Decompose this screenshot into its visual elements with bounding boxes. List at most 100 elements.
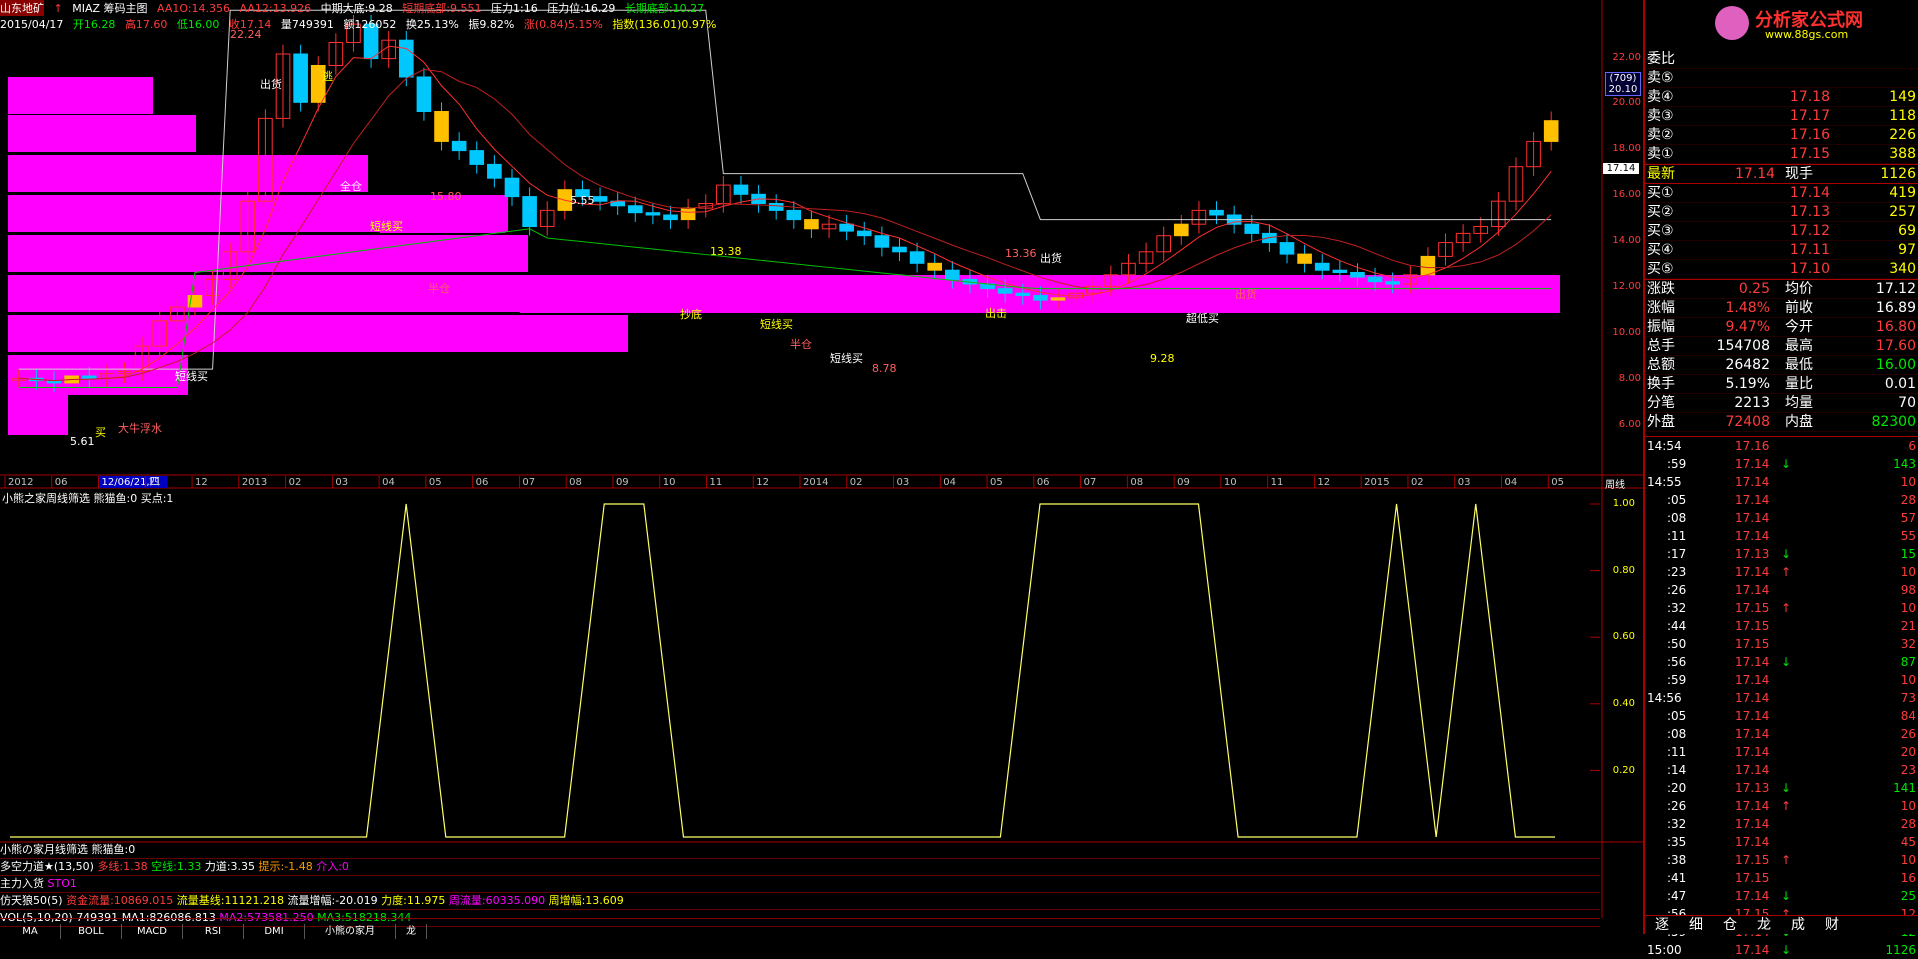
tick-volume: 10 xyxy=(1900,565,1916,579)
stat-row: 涨幅 1.48% 前收 16.89 xyxy=(1645,299,1918,318)
chip-bar xyxy=(8,115,196,152)
tick-time: :23 xyxy=(1667,565,1687,579)
chart-annotation: 短线买 xyxy=(760,317,793,331)
candle-body xyxy=(1297,253,1312,264)
time-label: 12 xyxy=(1317,477,1330,488)
tick-time: :14 xyxy=(1667,763,1687,777)
tick-volume: 28 xyxy=(1900,817,1916,831)
indicator-row2-v3: 提示:-1.48 xyxy=(258,860,313,873)
tab-long[interactable]: 龙 xyxy=(396,924,427,939)
tab-boll[interactable]: BOLL xyxy=(61,924,122,939)
candle-body xyxy=(504,177,520,198)
latest-row: 最新 17.14 现手 1126 xyxy=(1645,164,1918,184)
candle-body xyxy=(1314,262,1330,271)
tick-row: :11 17.14 55 xyxy=(1645,527,1918,545)
indicator-row-4: 仿天狼50(5) 资金流量:10869.015 流量基线:11121.218 流… xyxy=(0,893,1600,910)
period-label[interactable]: 周线 xyxy=(1605,476,1625,491)
tick-row: :59 17.14 ↓ 143 xyxy=(1645,455,1918,473)
close-value: 收17.14 xyxy=(228,18,272,31)
tick-arrow-icon: ↓ xyxy=(1781,781,1792,795)
nav-cai[interactable]: 财 xyxy=(1815,916,1849,934)
tick-row: :23 17.14 ↑ 10 xyxy=(1645,563,1918,581)
stat-row: 总额 26482 最低 16.00 xyxy=(1645,356,1918,375)
tick-list[interactable]: 14:54 17.16 6:59 17.14 ↓ 143 14:55 17.14 10:05 17… xyxy=(1645,437,1918,959)
kline-chart[interactable]: 22.24出货逃15.80全仓短线买半仓5.5513.38 13.36 出货短线买半… xyxy=(0,0,1643,918)
sell-row-value: 17.18 xyxy=(1789,89,1830,105)
tick-price: 17.14 xyxy=(1735,475,1770,489)
candle-body xyxy=(663,214,678,221)
boxed-value-1: 20.10 xyxy=(1608,84,1638,95)
current-hand-value: 1126 xyxy=(1880,166,1916,182)
time-label: 11 xyxy=(1271,477,1284,488)
nav-long[interactable]: 龙 xyxy=(1747,916,1781,934)
chip-bar xyxy=(8,235,528,272)
tick-time: 14:56 xyxy=(1647,691,1682,705)
tick-time: :38 xyxy=(1667,853,1687,867)
stock-name[interactable]: 山东地矿 xyxy=(0,0,44,16)
time-label: 2013 xyxy=(242,477,267,488)
tab-ma[interactable]: MA xyxy=(0,924,61,939)
aa12-value: AA12:13.926 xyxy=(239,2,312,15)
tick-arrow-icon: ↑ xyxy=(1781,799,1792,813)
tick-time: :59 xyxy=(1667,673,1687,687)
stat-row: 分笔 2213 均量 70 xyxy=(1645,394,1918,413)
up-arrow-icon: ↑ xyxy=(53,2,63,15)
time-label: 2012 xyxy=(8,477,33,488)
indicator-row2-v2: 力道:3.35 xyxy=(204,860,256,873)
chart-annotation: 出击 xyxy=(985,306,1007,320)
nav-cheng[interactable]: 成 xyxy=(1781,916,1815,934)
tick-row: :17 17.13 ↓ 15 xyxy=(1645,545,1918,563)
time-label: 05 xyxy=(1551,477,1564,488)
tab-dmi[interactable]: DMI xyxy=(244,924,305,939)
tick-row: :14 17.14 23 xyxy=(1645,761,1918,779)
time-label: 04 xyxy=(382,477,395,488)
candle-body xyxy=(451,140,467,152)
buy-orders: 买① 17.14 419 买② 17.13 257 买③ 17.12 69 买④ 17.11 97 买⑤… xyxy=(1645,184,1918,279)
time-label: 02 xyxy=(1411,477,1424,488)
long-bottom-value: 长期底部:10.27 xyxy=(624,2,705,15)
chart-annotation: 短线买 xyxy=(830,351,863,365)
nav-xi[interactable]: 细 xyxy=(1679,916,1713,934)
price-label: 20.00 xyxy=(1612,97,1641,108)
indicator-panel: 小熊の家月线筛选 熊猫鱼:0 多空力道★(13,50) 多线:1.38 空线:1… xyxy=(0,842,1600,927)
tab-xiaoxiong[interactable]: 小熊の家月 xyxy=(305,924,396,939)
buy-row-value: 17.14 xyxy=(1789,185,1830,201)
nav-zhubi[interactable]: 逐 xyxy=(1645,916,1679,934)
nav-cang[interactable]: 仓 xyxy=(1713,916,1747,934)
tab-macd[interactable]: MACD xyxy=(122,924,183,939)
chip-bar xyxy=(8,395,68,435)
stat-row-label2: 均量 xyxy=(1785,395,1813,411)
candle-body xyxy=(469,150,485,165)
tick-volume: 98 xyxy=(1900,583,1916,597)
candle-body xyxy=(487,163,502,179)
tick-row: 15:00 17.14 ↓ 1126 xyxy=(1645,941,1918,959)
signal-tick: 0.40 xyxy=(1612,698,1635,709)
candle-body xyxy=(1543,120,1559,142)
buy-row: 买① 17.14 419 xyxy=(1645,184,1918,203)
price-label: 12.00 xyxy=(1612,281,1641,292)
tick-row: :26 17.14 ↑ 10 xyxy=(1645,797,1918,815)
short-bottom-value: 短期底部:9.551 xyxy=(402,2,482,15)
tick-row: 14:56 17.14 73 xyxy=(1645,689,1918,707)
indicator-row4-v2: 流量增幅:-20.019 xyxy=(287,894,378,907)
sell-row-label: 卖⑤ xyxy=(1647,70,1674,86)
turnover-value: 换25.13% xyxy=(405,18,459,31)
buy-row: 买④ 17.11 97 xyxy=(1645,241,1918,260)
chart-annotation: 13.36 xyxy=(1005,247,1037,260)
tab-rsi[interactable]: RSI xyxy=(183,924,244,939)
price-label: 6.00 xyxy=(1618,419,1641,430)
chip-bar xyxy=(8,355,188,395)
candle-body xyxy=(1174,223,1189,237)
tick-price: 17.14 xyxy=(1735,655,1770,669)
chip-bar xyxy=(8,155,368,192)
indicator-row-3: 主力入货 STO1 xyxy=(0,876,1600,893)
chart-annotation: 短线买 xyxy=(370,219,403,233)
price-label: 10.00 xyxy=(1612,327,1641,338)
indicator-row4-name: 仿天狼50(5) xyxy=(0,894,63,907)
sell-row: 卖② 17.16 226 xyxy=(1645,126,1918,145)
tick-volume: 10 xyxy=(1900,601,1916,615)
stat-row-label: 振幅 xyxy=(1647,319,1675,335)
tick-arrow-icon: ↓ xyxy=(1781,457,1792,471)
stat-row-value2: 0.01 xyxy=(1884,376,1916,392)
tick-row: :41 17.15 16 xyxy=(1645,869,1918,887)
